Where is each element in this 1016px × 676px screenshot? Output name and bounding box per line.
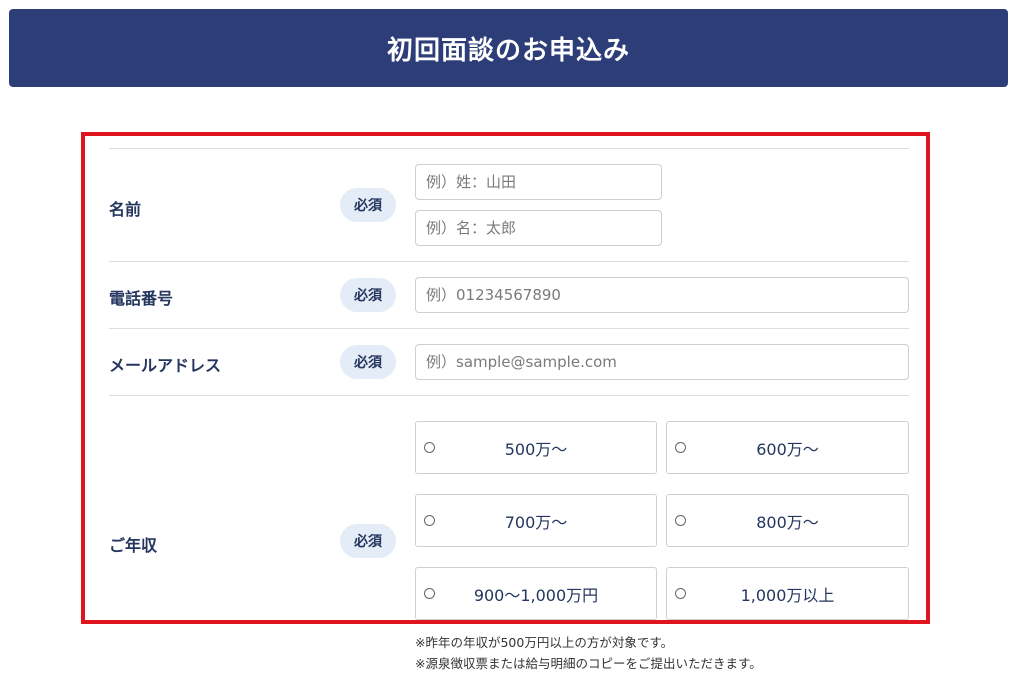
highlight-frame — [81, 132, 930, 624]
income-note: ※昨年の年収が500万円以上の方が対象です。 — [415, 635, 674, 650]
document-note: ※源泉徴収票または給与明細のコピーをご提出いただきます。 — [415, 656, 762, 671]
page-title: 初回面談のお申込み — [386, 35, 630, 66]
form-header: 初回面談のお申込み — [9, 9, 1008, 87]
